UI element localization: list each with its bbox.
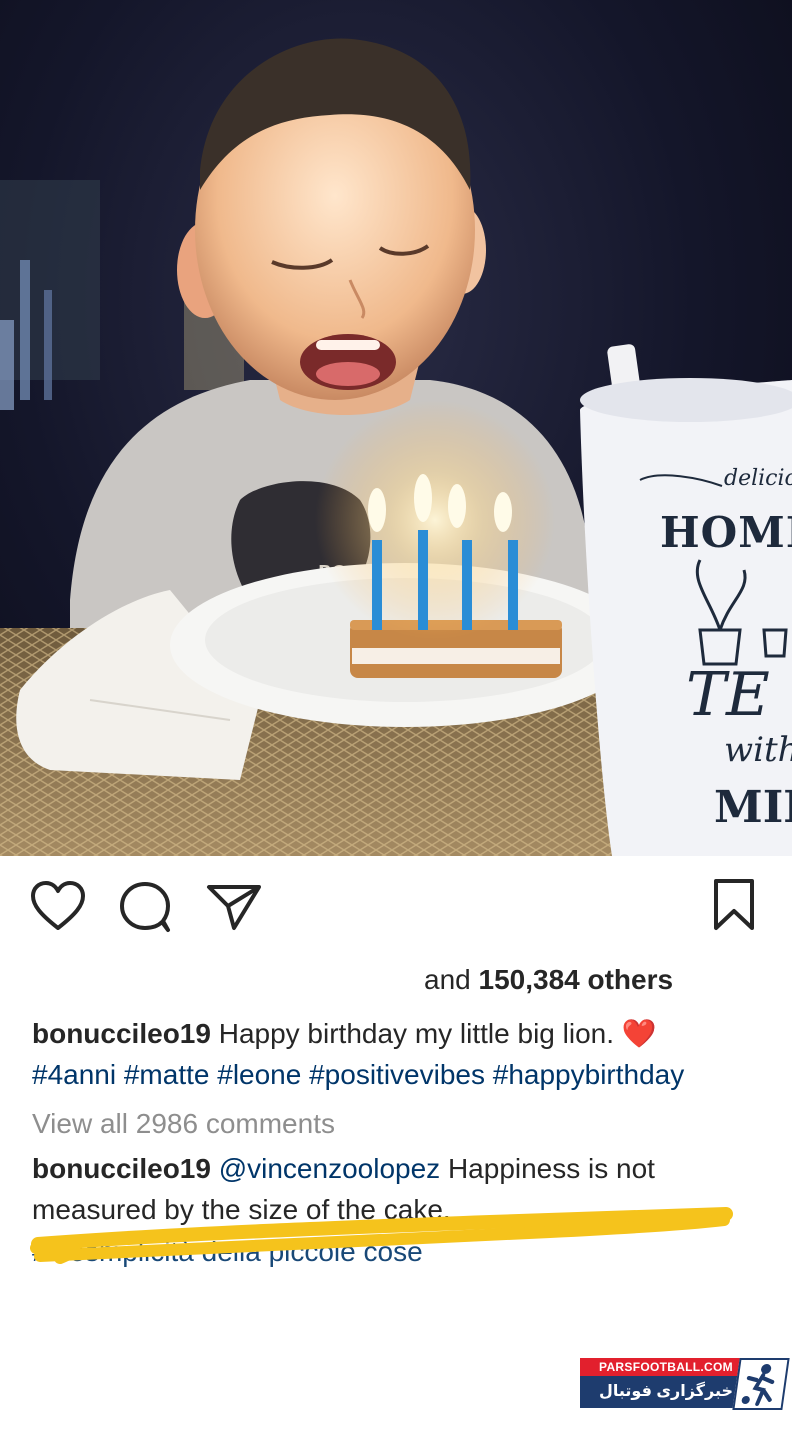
post-photo[interactable]: BO — [0, 0, 792, 856]
likes-count-text[interactable]: 150,384 others — [479, 964, 674, 995]
likes-count[interactable]: and 150,384 others — [424, 964, 673, 996]
comment-mention[interactable]: @vincenzoolopez — [219, 1153, 440, 1184]
likes-prefix: and — [424, 964, 479, 995]
mug-text-mint: MINT — [714, 782, 792, 833]
comment-bubble-icon[interactable] — [118, 880, 174, 939]
watermark-label: خبرگزاری فوتبال ایران — [580, 1376, 752, 1432]
bookmark-icon[interactable] — [712, 878, 756, 937]
comment-line-1: bonuccileo19 @vincenzoolopez Happiness i… — [32, 1151, 655, 1187]
photo-illustration: BO — [0, 38, 792, 856]
caption-username[interactable]: bonuccileo19 — [32, 1018, 211, 1049]
watermark-site: PARSFOOTBALL.COM — [580, 1358, 752, 1376]
paper-plane-icon[interactable] — [206, 882, 262, 937]
mug-text-big: HOMEM — [660, 508, 792, 557]
heart-outline-icon[interactable] — [30, 880, 86, 937]
parsfootball-watermark: PARSFOOTBALL.COM خبرگزاری فوتبال ایران — [580, 1358, 790, 1432]
view-all-comments-link[interactable]: View all 2986 comments — [32, 1106, 335, 1142]
mug-text-with: with — [724, 730, 792, 770]
highlighter-scribble — [30, 1207, 733, 1264]
comment-text-1: Happiness is not — [440, 1153, 655, 1184]
caption: bonuccileo19 Happy birthday my little bi… — [32, 1016, 657, 1052]
caption-text: Happy birthday my little big lion. — [210, 1018, 622, 1049]
mug-text-te: TE — [686, 660, 770, 730]
caption-heart-emoji: ❤️ — [621, 1018, 657, 1049]
caption-hashtags[interactable]: #4anni #matte #leone #positivevibes #hap… — [32, 1057, 684, 1093]
comment-username[interactable]: bonuccileo19 — [32, 1153, 211, 1184]
football-player-logo-icon — [732, 1358, 790, 1410]
mug-text-small: delicio — [724, 466, 792, 491]
